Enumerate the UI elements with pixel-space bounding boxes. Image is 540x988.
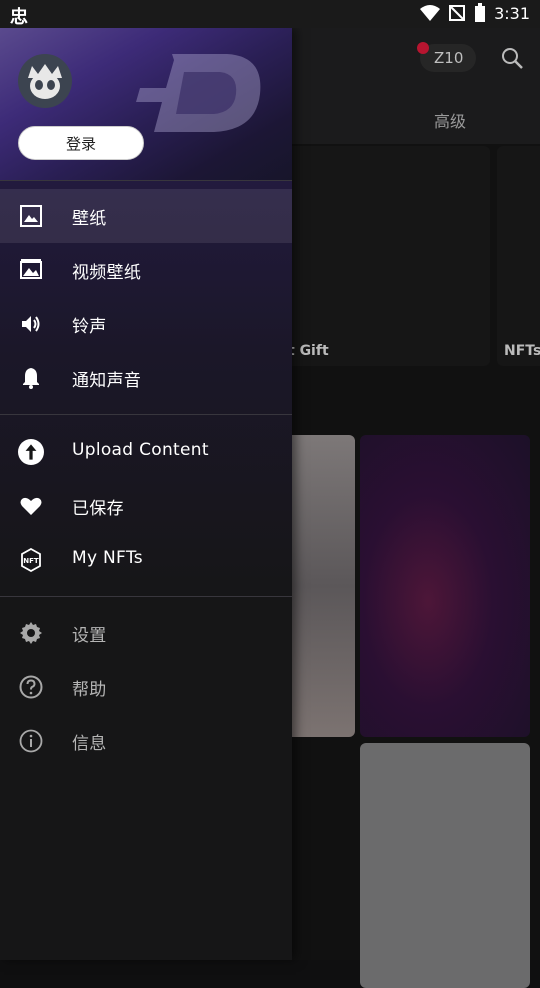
menu-item-label: 视频壁纸 [72,263,142,283]
promo-card[interactable] [497,146,540,366]
divider [0,414,292,415]
menu-item-help[interactable]: 帮助 [0,660,292,714]
divider [0,596,292,597]
video-wallpaper-icon [20,259,42,279]
menu-item-saved[interactable]: 已保存 [0,479,292,533]
card-label: t Gift [288,343,329,359]
navigation-drawer: 登录 壁纸 视频壁纸 铃声 通知声音 Upload Content 已保存 NF… [0,28,292,960]
wallpaper-thumbnail[interactable] [360,435,530,737]
menu-item-my-nfts[interactable]: NFT My NFTs [0,533,292,587]
heart-icon [20,497,42,515]
menu-item-ringtones[interactable]: 铃声 [0,297,292,351]
menu-item-label: 信息 [72,734,107,754]
menu-item-label: 帮助 [72,680,107,700]
zedge-logo [136,54,261,132]
tab-advanced[interactable]: 高级 [434,108,466,132]
coin-count: Z10 [434,49,464,67]
menu-item-label: Upload Content [72,440,209,460]
help-icon [19,675,43,699]
nft-icon: NFT [21,548,41,572]
promo-card[interactable] [285,146,490,366]
menu-item-label: 设置 [72,626,107,646]
gear-icon [20,622,42,644]
menu-item-label: 壁纸 [72,209,107,229]
menu-item-label: 已保存 [72,499,124,519]
no-sim-icon [449,5,466,21]
drawer-header: 登录 [0,28,292,180]
battery-icon [475,3,486,22]
login-button[interactable]: 登录 [18,126,144,160]
card-label: NFTs [504,343,540,359]
svg-text:NFT: NFT [23,557,39,565]
wifi-icon [420,5,441,21]
menu-item-video-wallpapers[interactable]: 视频壁纸 [0,243,292,297]
avatar-monster-icon [28,64,62,99]
wallpaper-thumbnail[interactable] [360,743,530,988]
divider [0,180,292,181]
menu-item-upload-content[interactable]: Upload Content [0,425,292,479]
info-icon [19,729,43,753]
coin-notification-dot [417,42,429,54]
avatar[interactable] [18,54,72,108]
status-app-icon: 忠 [10,7,28,28]
search-icon[interactable] [500,46,524,70]
bell-icon [23,368,39,389]
speaker-icon [22,316,40,332]
menu-item-notification-sounds[interactable]: 通知声音 [0,351,292,405]
menu-item-wallpapers[interactable]: 壁纸 [0,189,292,243]
upload-icon [18,439,44,465]
menu-item-label: 通知声音 [72,371,142,391]
menu-item-label: My NFTs [72,548,143,568]
menu-item-settings[interactable]: 设置 [0,606,292,660]
image-icon [20,205,42,227]
menu-item-label: 铃声 [72,317,107,337]
status-time: 3:31 [494,3,530,23]
coin-badge[interactable]: Z10 [417,42,476,72]
wallpaper-thumbnail[interactable] [283,435,355,737]
menu-item-info[interactable]: 信息 [0,714,292,768]
status-bar: 忠 3:31 [0,0,540,28]
